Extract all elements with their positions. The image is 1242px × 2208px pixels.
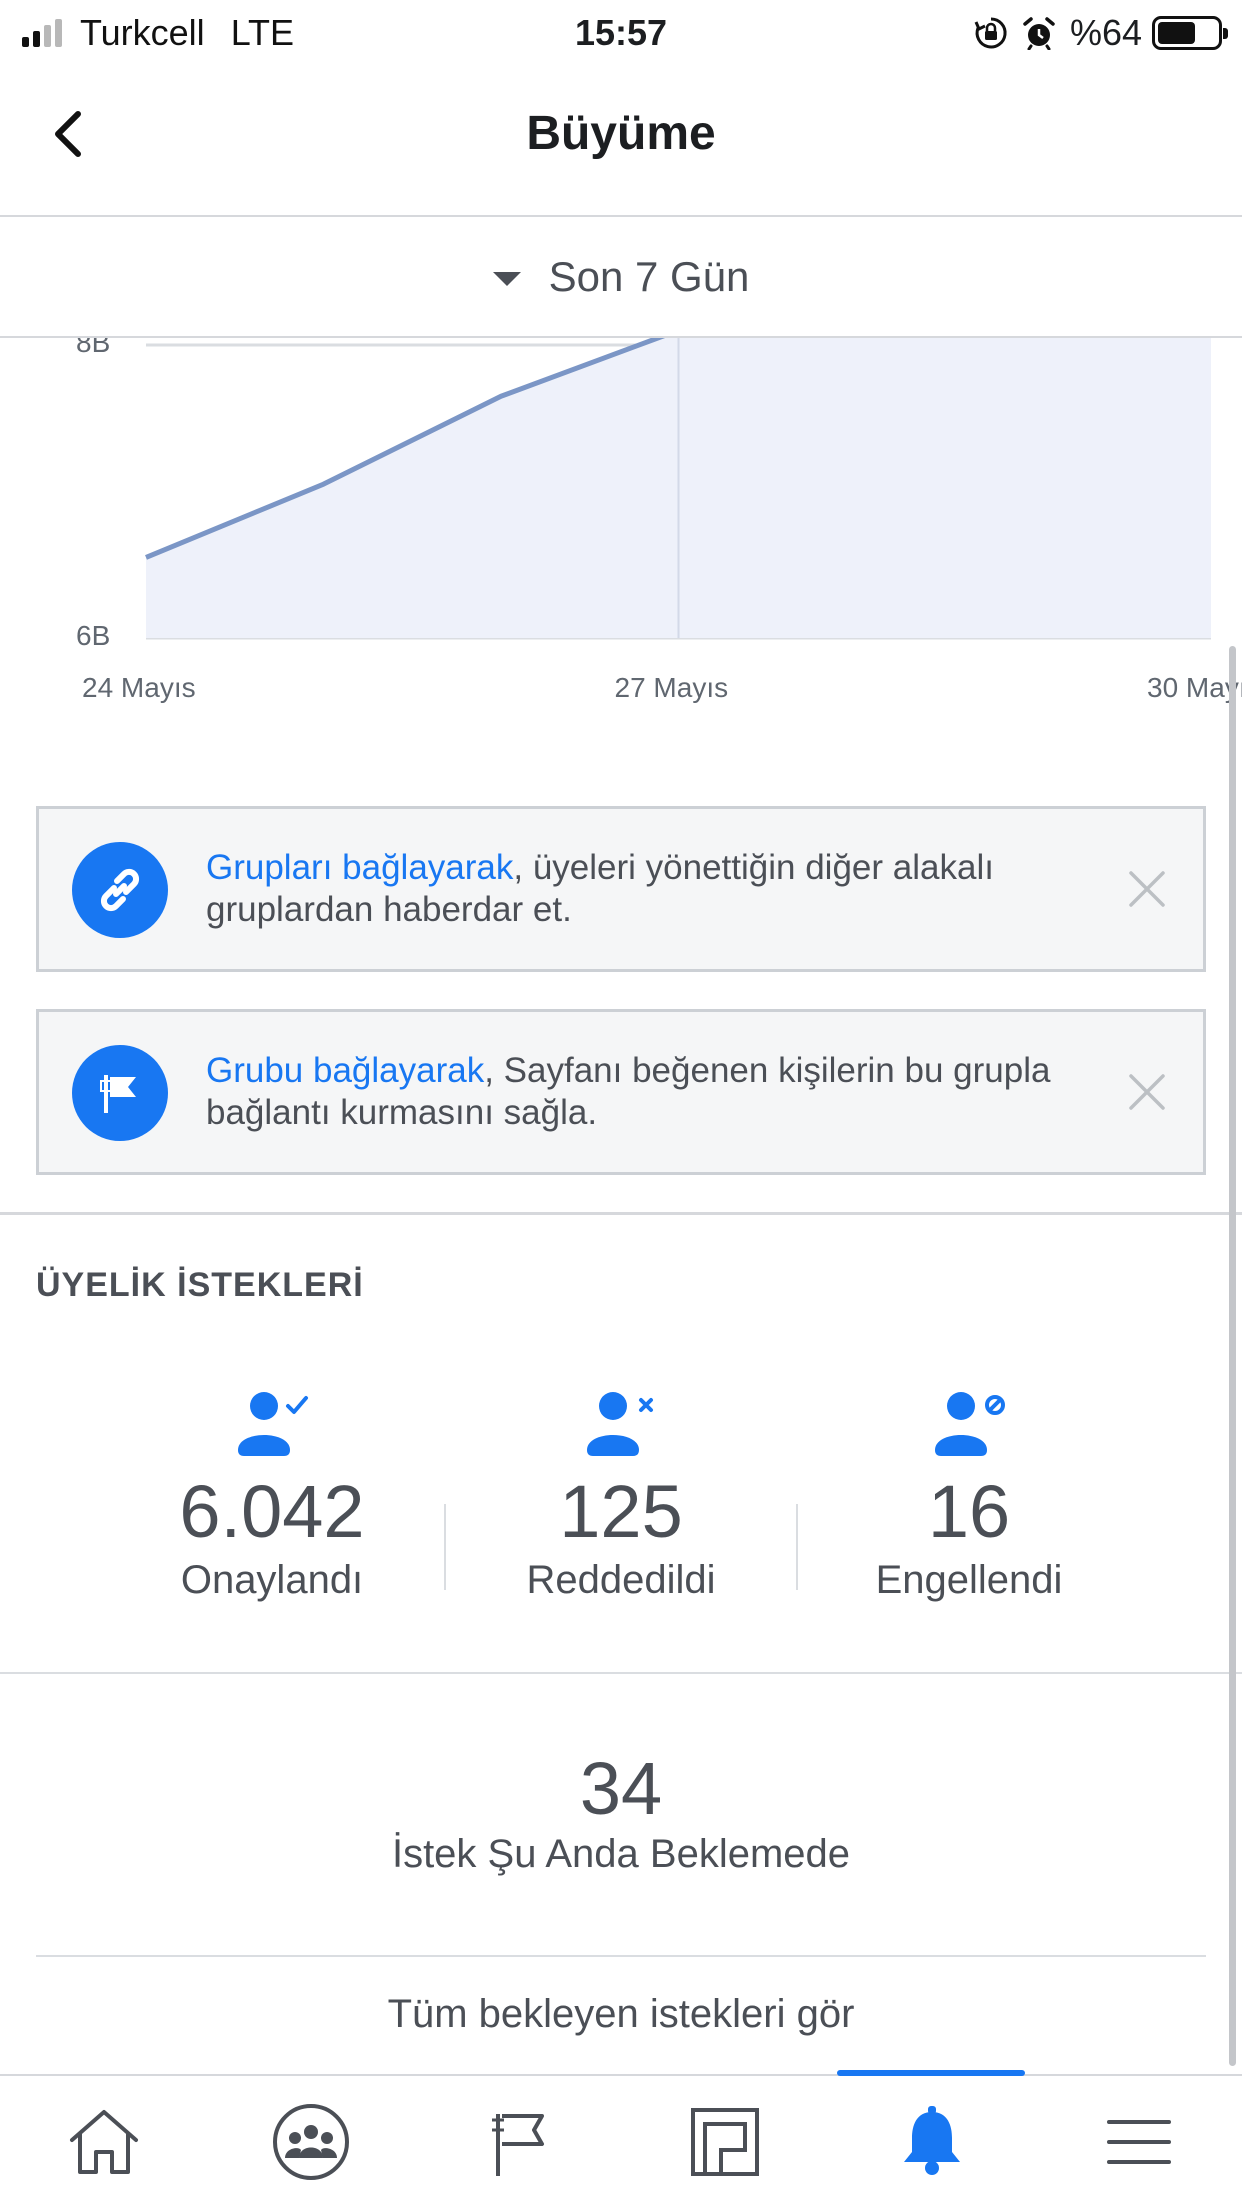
blocked-count: 16 [927, 1470, 1011, 1553]
user-x-icon [587, 1392, 653, 1456]
notifications-bell-icon [903, 2106, 960, 2175]
chart-y-tick-label: 6B [76, 620, 111, 651]
tab-marketplace[interactable] [621, 2076, 828, 2208]
home-icon [69, 2110, 138, 2174]
pages-flag-icon [491, 2114, 544, 2176]
tab-notifications[interactable] [828, 2076, 1035, 2208]
close-icon[interactable] [1127, 869, 1167, 909]
date-range-label: Son 7 Gün [548, 252, 750, 300]
battery-level [1158, 22, 1196, 44]
nav-header: Büyüme [0, 64, 1242, 217]
stat-separator [796, 1504, 798, 1590]
connect-groups-link[interactable]: Grupları bağlayarak [206, 848, 513, 887]
user-check-icon [238, 1392, 308, 1456]
growth-chart-plot [145, 320, 1211, 640]
pending-count: 34 [579, 1747, 663, 1830]
rotation-lock-icon [974, 17, 1007, 49]
battery-icon [1152, 16, 1228, 50]
link-icon-badge [72, 842, 168, 938]
section-divider [0, 1672, 1242, 1674]
link-icon [100, 868, 140, 912]
pending-label: İstek Şu Anda Beklemede [391, 1832, 851, 1876]
alarm-icon [1023, 17, 1055, 50]
declined-label: Reddedildi [526, 1558, 716, 1602]
tab-groups[interactable] [207, 2076, 414, 2208]
user-blocked-icon [935, 1392, 1005, 1456]
stat-separator [444, 1504, 446, 1590]
connect-groups-card: Grupları bağlayarak, üyeleri yönettiğin … [36, 806, 1206, 972]
divider [36, 1955, 1206, 1957]
stat-blocked[interactable]: 16 Engellendi [819, 1384, 1119, 1603]
section-divider [0, 1212, 1242, 1215]
membership-requests-title: ÜYELİK İSTEKLERİ [36, 1266, 364, 1304]
close-icon[interactable] [1127, 1072, 1167, 1112]
declined-count: 125 [559, 1470, 683, 1553]
marketplace-icon [690, 2108, 759, 2176]
menu-icon [1106, 2120, 1171, 2164]
tab-pages[interactable] [414, 2076, 621, 2208]
scrollbar[interactable] [1229, 646, 1236, 2066]
chart-x-tick-label: 30 Mayıs [1147, 672, 1242, 703]
chart-x-tick-label: 27 Mayıs [614, 672, 729, 703]
battery-percent: %64 [1069, 12, 1142, 53]
status-right: %64 [974, 8, 1228, 58]
tab-home[interactable] [0, 2076, 207, 2208]
page-title: Büyüme [526, 107, 716, 160]
connect-page-text: Grubu bağlayarak, Sayfanı beğenen kişile… [206, 1050, 1086, 1134]
page-flag-icon-badge [72, 1045, 168, 1141]
chart-x-tick-label: 24 Mayıs [82, 672, 196, 703]
stat-declined[interactable]: 125 Reddedildi [471, 1384, 771, 1603]
stat-approved[interactable]: 6.042 Onaylandı [122, 1384, 422, 1603]
approved-label: Onaylandı [180, 1558, 364, 1602]
connect-groups-text: Grupları bağlayarak, üyeleri yönettiğin … [206, 847, 1086, 931]
connect-page-link[interactable]: Grubu bağlayarak [206, 1051, 484, 1090]
growth-chart: 6B8B24 Mayıs27 Mayıs30 Mayıs [0, 320, 1242, 720]
see-all-pending-link[interactable]: Tüm bekleyen istekleri gör [0, 1992, 1242, 2037]
connect-page-card: Grubu bağlayarak, Sayfanı beğenen kişile… [36, 1009, 1206, 1175]
page-flag-icon [100, 1075, 136, 1113]
date-range-selector[interactable]: Son 7 Gün [0, 217, 1242, 338]
bottom-tab-bar [0, 2070, 1242, 2208]
groups-icon [272, 2104, 349, 2180]
caret-down-icon [492, 271, 521, 286]
status-bar: Turkcell LTE 15:57 %64 [0, 0, 1242, 64]
tab-menu[interactable] [1035, 2076, 1242, 2208]
approved-count: 6.042 [179, 1470, 365, 1553]
blocked-label: Engellendi [875, 1558, 1063, 1602]
